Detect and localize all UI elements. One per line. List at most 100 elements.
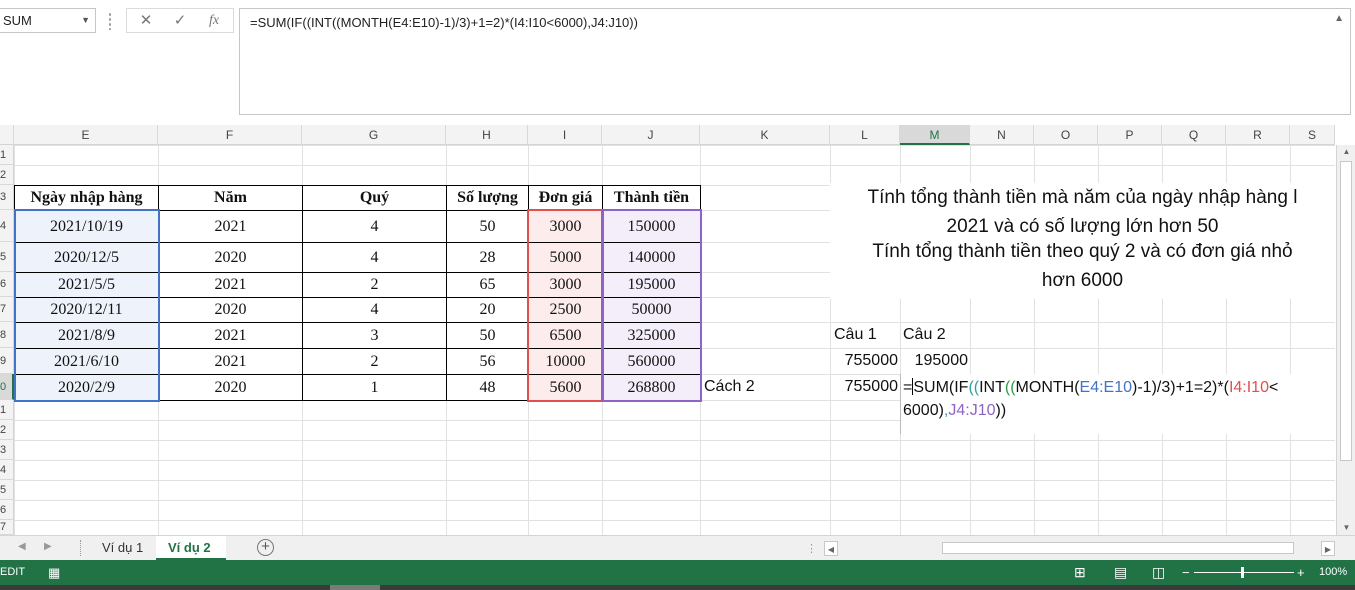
tab-split-handle-icon[interactable]: ⋮: [806, 542, 817, 555]
table-cell[interactable]: 2021: [158, 322, 303, 349]
column-header[interactable]: J: [602, 125, 700, 145]
table-cell[interactable]: 195000: [602, 272, 701, 298]
select-all-corner[interactable]: [0, 125, 14, 145]
zoom-slider-track[interactable]: [1194, 572, 1294, 573]
table-cell[interactable]: 50: [446, 210, 529, 243]
worksheet-grid[interactable]: Ngày nhập hàng Năm Quý Số lượng Đơn giá …: [14, 145, 1335, 535]
table-cell[interactable]: 2020: [158, 374, 303, 401]
zoom-slider-thumb[interactable]: [1241, 567, 1244, 578]
table-cell[interactable]: 65: [446, 272, 529, 298]
previous-sheet-icon[interactable]: ◀: [18, 541, 26, 552]
question-1-note[interactable]: Tính tổng thành tiền mà năm của ngày nhậ…: [830, 183, 1335, 243]
table-cell[interactable]: 2020: [158, 242, 303, 273]
enter-icon[interactable]: ✓: [167, 11, 193, 31]
table-cell[interactable]: 10000: [528, 348, 603, 375]
horizontal-scrollbar[interactable]: ◀ ▶: [824, 541, 1335, 556]
table-cell[interactable]: 28: [446, 242, 529, 273]
insert-function-icon[interactable]: fx: [201, 11, 227, 31]
row-header[interactable]: 8: [0, 322, 14, 348]
cau-2-label[interactable]: Câu 2: [903, 322, 946, 348]
row-header[interactable]: 6: [0, 272, 14, 297]
vertical-scroll-thumb[interactable]: [1340, 161, 1352, 461]
table-cell[interactable]: 4: [302, 242, 447, 273]
column-header[interactable]: O: [1034, 125, 1098, 145]
scroll-down-icon[interactable]: ▼: [1337, 521, 1355, 535]
cau-2-result[interactable]: 195000: [900, 348, 968, 374]
table-cell[interactable]: 50: [446, 322, 529, 349]
row-header[interactable]: 7: [0, 520, 14, 535]
cau-1-result-cach-2[interactable]: 755000: [830, 374, 898, 400]
column-header[interactable]: I: [528, 125, 602, 145]
column-header[interactable]: P: [1098, 125, 1162, 145]
row-header-selected[interactable]: 0: [0, 374, 14, 400]
table-cell[interactable]: 56: [446, 348, 529, 375]
vertical-scrollbar[interactable]: ▲ ▼: [1336, 145, 1355, 535]
horizontal-scroll-thumb[interactable]: [942, 542, 1294, 554]
table-cell[interactable]: 140000: [602, 242, 701, 273]
table-cell[interactable]: 268800: [602, 374, 701, 401]
table-cell[interactable]: 325000: [602, 322, 701, 349]
column-header[interactable]: G: [302, 125, 446, 145]
active-cell-editor[interactable]: =SUM(IF((INT((MONTH(E4:E10)-1)/3)+1=2)*(…: [900, 374, 1335, 434]
scroll-left-icon[interactable]: ◀: [824, 541, 838, 556]
column-header[interactable]: R: [1226, 125, 1290, 145]
table-cell[interactable]: 2020: [158, 297, 303, 323]
cancel-icon[interactable]: ✕: [133, 11, 159, 31]
table-header-cell[interactable]: Năm: [158, 185, 303, 211]
name-box[interactable]: SUM ▼: [0, 8, 96, 33]
cau-1-result[interactable]: 755000: [830, 348, 898, 374]
row-header[interactable]: 3: [0, 185, 14, 210]
row-header[interactable]: 3: [0, 440, 14, 460]
table-header-cell[interactable]: Đơn giá: [528, 185, 603, 211]
page-layout-view-icon[interactable]: ▤: [1114, 560, 1127, 585]
row-header[interactable]: 7: [0, 297, 14, 322]
row-header[interactable]: 5: [0, 480, 14, 500]
table-cell[interactable]: 4: [302, 297, 447, 323]
table-cell[interactable]: 150000: [602, 210, 701, 243]
column-header[interactable]: S: [1290, 125, 1335, 145]
zoom-level[interactable]: 100%: [1319, 560, 1347, 585]
zoom-out-icon[interactable]: −: [1182, 560, 1190, 585]
table-header-cell[interactable]: Quý: [302, 185, 447, 211]
scroll-right-icon[interactable]: ▶: [1321, 541, 1335, 556]
row-header[interactable]: 1: [0, 400, 14, 420]
cach-2-label[interactable]: Cách 2: [704, 374, 755, 400]
zoom-in-icon[interactable]: +: [1297, 560, 1305, 585]
formula-input[interactable]: =SUM(IF((INT((MONTH(E4:E10)-1)/3)+1=2)*(…: [239, 8, 1351, 115]
column-header[interactable]: N: [970, 125, 1034, 145]
table-cell[interactable]: 5000: [528, 242, 603, 273]
macro-record-icon[interactable]: ▦: [48, 560, 60, 585]
table-header-cell[interactable]: Số lượng: [446, 185, 529, 211]
row-header[interactable]: 2: [0, 420, 14, 440]
add-sheet-icon[interactable]: +: [257, 539, 274, 556]
table-cell[interactable]: 48: [446, 374, 529, 401]
table-cell[interactable]: 2021: [158, 210, 303, 243]
row-header[interactable]: 2: [0, 165, 14, 185]
table-cell[interactable]: 3000: [528, 272, 603, 298]
page-break-view-icon[interactable]: ◫: [1152, 560, 1165, 585]
column-header-selected[interactable]: M: [900, 125, 970, 145]
column-header[interactable]: E: [14, 125, 158, 145]
table-cell[interactable]: 2: [302, 272, 447, 298]
table-cell[interactable]: 1: [302, 374, 447, 401]
normal-view-icon[interactable]: ⊞: [1074, 560, 1086, 585]
table-cell[interactable]: 2020/12/11: [14, 297, 159, 323]
table-cell[interactable]: 20: [446, 297, 529, 323]
table-cell[interactable]: 50000: [602, 297, 701, 323]
table-cell[interactable]: 2021/6/10: [14, 348, 159, 375]
row-header[interactable]: 4: [0, 210, 14, 242]
table-cell[interactable]: 2020/2/9: [14, 374, 159, 401]
table-header-cell[interactable]: Ngày nhập hàng: [14, 185, 159, 211]
row-header[interactable]: 9: [0, 348, 14, 374]
table-cell[interactable]: 2021/8/9: [14, 322, 159, 349]
table-cell[interactable]: 2500: [528, 297, 603, 323]
row-header[interactable]: 1: [0, 145, 14, 165]
row-header[interactable]: 6: [0, 500, 14, 520]
table-cell[interactable]: 3: [302, 322, 447, 349]
row-header[interactable]: 4: [0, 460, 14, 480]
column-header[interactable]: K: [700, 125, 830, 145]
column-header[interactable]: F: [158, 125, 302, 145]
table-cell[interactable]: 3000: [528, 210, 603, 243]
table-cell[interactable]: 2: [302, 348, 447, 375]
question-2-note[interactable]: Tính tổng thành tiền theo quý 2 và có đơ…: [830, 237, 1335, 299]
